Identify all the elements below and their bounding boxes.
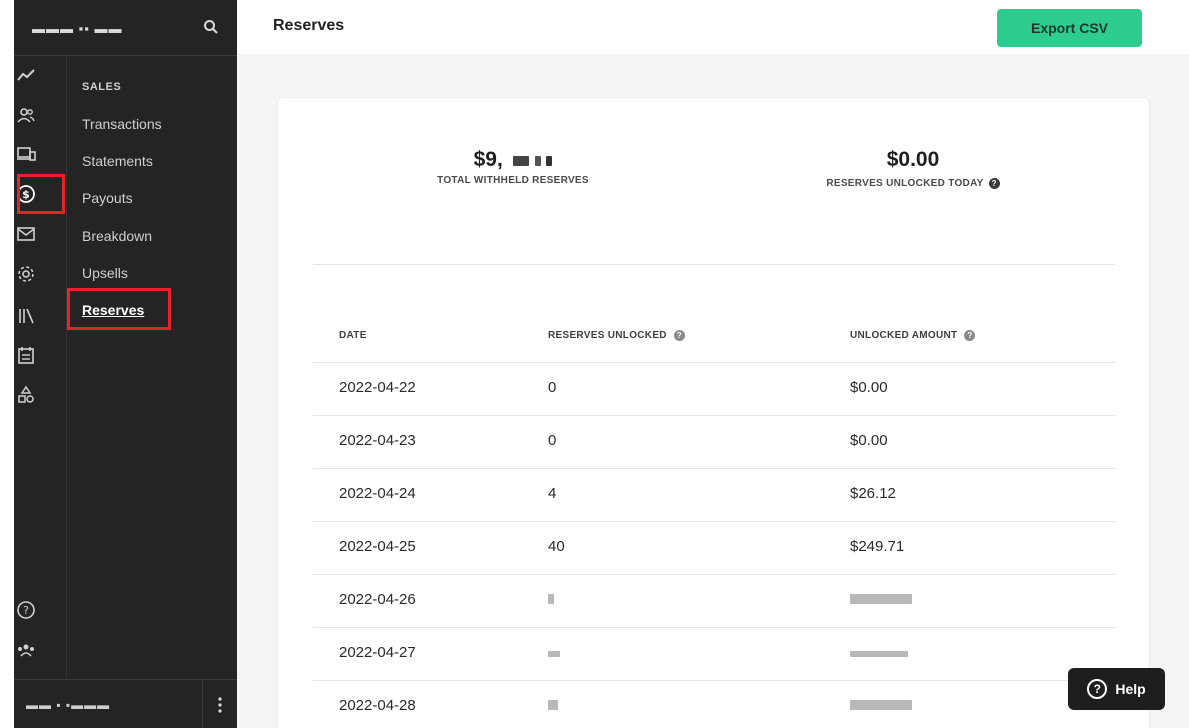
left-margin <box>0 0 14 728</box>
reserves-cell <box>548 697 558 714</box>
nav-highlight-box <box>67 288 171 330</box>
date-cell: 2022-04-28 <box>339 697 416 714</box>
help-label: Help <box>1115 681 1146 697</box>
amount-cell: $0.00 <box>850 379 888 396</box>
redacted-value <box>548 594 554 604</box>
reserves-card: $9, TOTAL WITHHELD RESERVES $0.00 RESERV… <box>277 97 1150 728</box>
amount-cell <box>850 591 912 608</box>
help-icon: ? <box>1087 679 1108 699</box>
table-row: 2022-04-26 <box>313 574 1115 627</box>
svg-text:?: ? <box>23 604 29 617</box>
user-footer: ▬▬ ▪ ▪▬▬▬ <box>14 679 237 728</box>
sidebar-item-upsells[interactable]: Upsells <box>82 265 128 281</box>
brand-name: ▬▬▬ ▪▪ ▬▬ <box>32 21 123 36</box>
analytics-icon[interactable] <box>14 63 38 87</box>
rail-highlight-box <box>17 174 65 214</box>
unlocked-today-label-wrap: RESERVES UNLOCKED TODAY ? <box>808 178 1018 189</box>
more-menu-button[interactable] <box>202 680 237 728</box>
reserves-cell: 40 <box>548 538 565 555</box>
reserves-cell <box>548 644 560 661</box>
unlocked-today-value: $0.00 <box>886 148 940 171</box>
sidebar-item-breakdown[interactable]: Breakdown <box>82 228 152 244</box>
help-button[interactable]: ? Help <box>1068 668 1165 710</box>
summary-divider <box>313 264 1115 265</box>
total-withheld-label: TOTAL WITHHELD RESERVES <box>437 175 589 186</box>
redacted-value <box>850 594 912 604</box>
sales-section-label: SALES <box>82 81 122 93</box>
amount-cell: $249.71 <box>850 538 905 555</box>
info-icon[interactable]: ? <box>964 330 976 341</box>
date-cell: 2022-04-25 <box>339 538 416 555</box>
calendar-icon[interactable] <box>14 343 38 367</box>
redacted-value <box>548 651 560 657</box>
reserves-cell: 0 <box>548 379 557 396</box>
library-icon[interactable] <box>14 304 38 328</box>
reserves-cell: 4 <box>548 485 557 502</box>
unlocked-today-stat: $0.00 RESERVES UNLOCKED TODAY ? <box>808 148 1018 189</box>
team-icon[interactable] <box>14 638 38 662</box>
page-title: Reserves <box>273 17 345 34</box>
date-cell: 2022-04-22 <box>339 379 416 396</box>
sidebar <box>66 0 237 728</box>
total-withheld-value: $9, <box>418 148 608 172</box>
table-row: 2022-04-25 40 $249.71 <box>313 521 1115 574</box>
kebab-icon <box>218 696 222 713</box>
unlocked-today-label: RESERVES UNLOCKED TODAY <box>826 178 984 189</box>
user-name[interactable]: ▬▬ ▪ ▪▬▬▬ <box>26 698 110 712</box>
table-row: 2022-04-22 0 $0.00 <box>313 362 1115 415</box>
help-circle-icon[interactable]: ? <box>14 598 38 622</box>
column-header-unlocked-amount[interactable]: UNLOCKED AMOUNT ? <box>850 330 976 341</box>
search-button[interactable] <box>200 16 222 38</box>
sidebar-item-statements[interactable]: Statements <box>82 153 153 169</box>
brand-bar: ▬▬▬ ▪▪ ▬▬ <box>14 0 237 56</box>
table-row: 2022-04-23 0 $0.00 <box>313 415 1115 468</box>
column-header-date[interactable]: DATE <box>339 330 367 341</box>
search-icon <box>204 20 218 34</box>
table-row: 2022-04-28 <box>313 680 1115 728</box>
date-cell: 2022-04-26 <box>339 591 416 608</box>
amount-cell <box>850 697 912 714</box>
redacted-value <box>548 700 558 710</box>
reserves-cell: 0 <box>548 432 557 449</box>
total-withheld-stat: $9, TOTAL WITHHELD RESERVES <box>418 148 608 186</box>
redacted-digits <box>512 156 529 166</box>
amount-cell <box>850 644 908 661</box>
date-cell: 2022-04-24 <box>339 485 416 502</box>
shapes-icon[interactable] <box>14 383 38 407</box>
mail-icon[interactable] <box>14 222 38 246</box>
customers-icon[interactable] <box>14 104 38 128</box>
sidebar-item-payouts[interactable]: Payouts <box>82 190 133 206</box>
top-bar: Reserves Export CSV <box>237 0 1189 54</box>
date-cell: 2022-04-27 <box>339 644 416 661</box>
reserves-cell <box>548 591 554 608</box>
redacted-value <box>850 651 908 657</box>
column-header-reserves-unlocked[interactable]: RESERVES UNLOCKED ? <box>548 330 685 341</box>
amount-cell: $0.00 <box>850 432 888 449</box>
redacted-value <box>850 700 912 710</box>
settings-icon[interactable] <box>14 262 38 286</box>
date-cell: 2022-04-23 <box>339 432 416 449</box>
sidebar-item-transactions[interactable]: Transactions <box>82 116 162 132</box>
export-csv-button[interactable]: Export CSV <box>997 9 1142 47</box>
info-icon[interactable]: ? <box>988 178 1000 189</box>
table-row: 2022-04-27 <box>313 627 1115 680</box>
info-icon[interactable]: ? <box>673 330 685 341</box>
devices-icon[interactable] <box>14 142 38 166</box>
amount-cell: $26.12 <box>850 485 896 502</box>
table-row: 2022-04-24 4 $26.12 <box>313 468 1115 521</box>
